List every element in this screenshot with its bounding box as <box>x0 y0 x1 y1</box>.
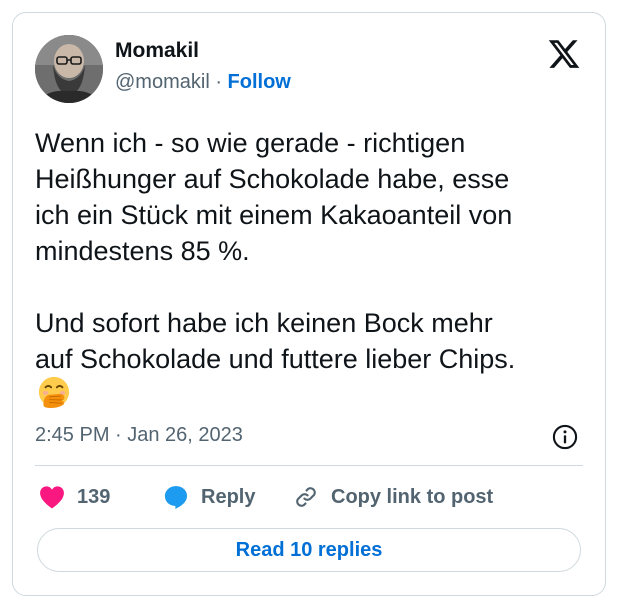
divider <box>35 465 583 466</box>
follow-button[interactable]: Follow <box>228 71 291 93</box>
handle-separator: · <box>209 71 228 93</box>
like-button[interactable]: 139 <box>39 482 110 512</box>
author-display-name[interactable]: Momakil <box>115 39 199 63</box>
info-icon[interactable] <box>551 423 579 451</box>
face-with-hand-over-mouth-emoji <box>37 375 71 409</box>
tweet-card: Momakil @momakil · Follow Wenn ich - so … <box>12 12 606 596</box>
author-handle-line: @momakil · Follow <box>115 71 291 94</box>
heart-icon <box>40 486 64 509</box>
reply-button[interactable]: Reply <box>163 482 255 512</box>
tweet-timestamp[interactable]: 2:45 PM · Jan 26, 2023 <box>35 424 243 447</box>
reply-label: Reply <box>201 485 256 508</box>
like-count: 139 <box>77 485 111 508</box>
tweet-text: Wenn ich - so wie gerade - richtigen Hei… <box>35 128 516 374</box>
author-handle[interactable]: @momakil <box>115 71 210 93</box>
copy-link-label: Copy link to post <box>331 485 494 508</box>
avatar-image <box>35 35 103 103</box>
link-icon <box>296 487 316 507</box>
x-logo-icon[interactable] <box>547 37 581 71</box>
author-avatar[interactable] <box>35 35 103 103</box>
read-replies-button[interactable]: Read 10 replies <box>37 528 581 572</box>
reply-bubble-icon <box>164 486 188 509</box>
copy-link-button[interactable]: Copy link to post <box>293 482 493 512</box>
